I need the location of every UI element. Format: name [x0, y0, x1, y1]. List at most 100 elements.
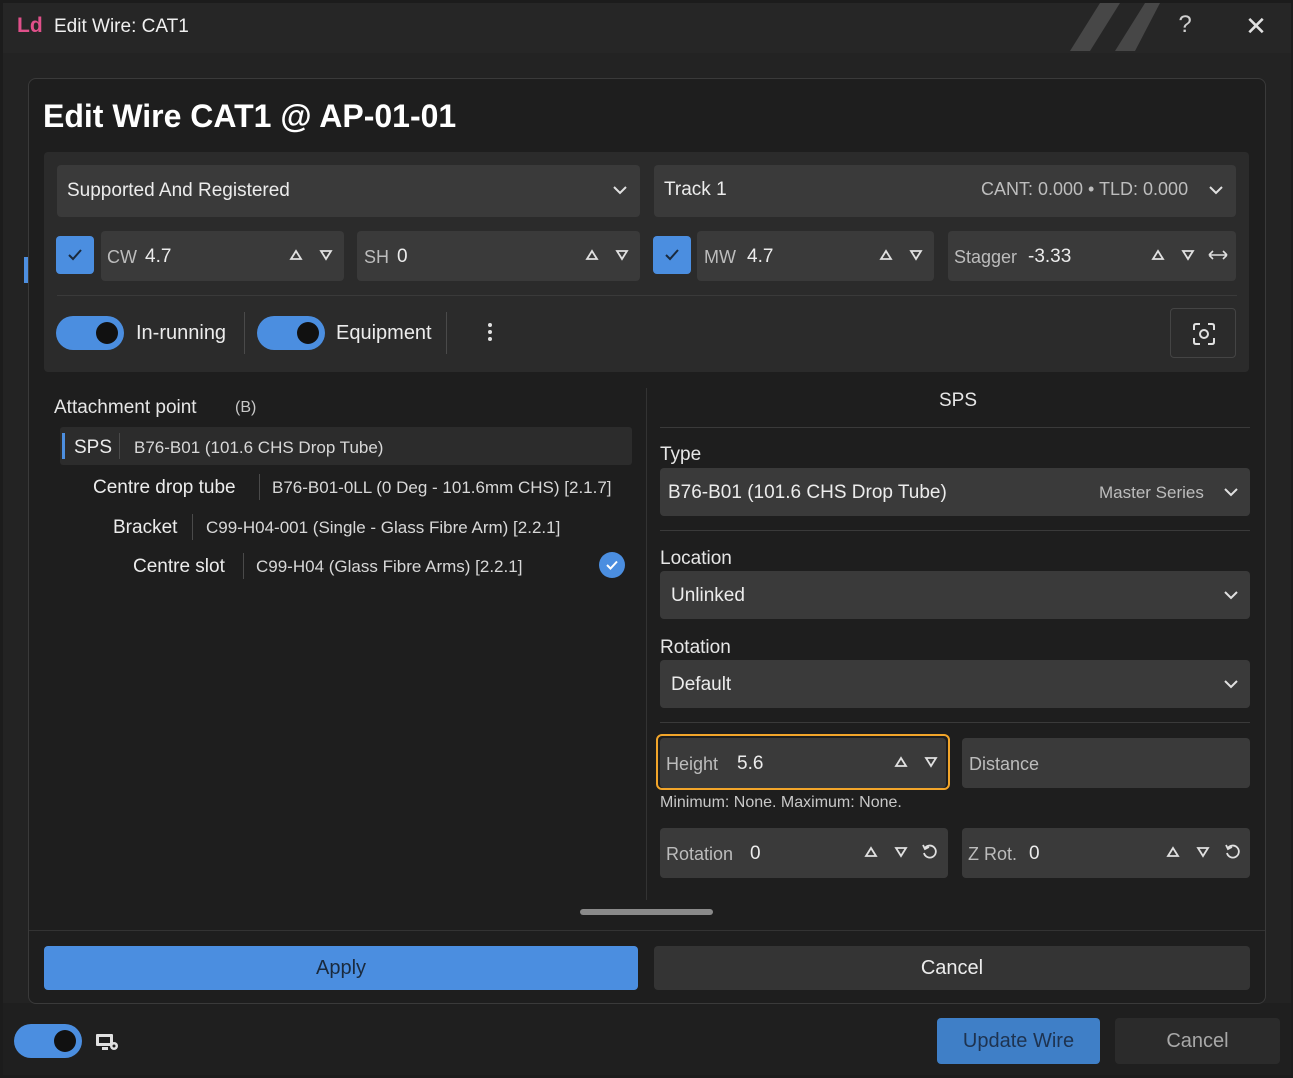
- reset-rotation-icon[interactable]: [921, 843, 939, 861]
- focus-highlight-outline: [656, 734, 950, 790]
- cw-checkbox[interactable]: [56, 236, 94, 274]
- decrement-icon[interactable]: [319, 248, 333, 262]
- tree-node-value: C99-H04 (Glass Fibre Arms) [2.2.1]: [256, 557, 523, 576]
- tree-node-name: Bracket: [113, 517, 178, 538]
- pane-splitter[interactable]: [646, 388, 647, 900]
- decrement-icon[interactable]: [615, 248, 629, 262]
- type-label: Type: [660, 444, 702, 465]
- mw-label: MW: [704, 247, 736, 267]
- focus-scan-icon: [1193, 323, 1215, 345]
- divider: [446, 312, 447, 354]
- focus-view-button[interactable]: [1170, 308, 1236, 358]
- horizontal-scrollbar[interactable]: [580, 909, 713, 915]
- in-running-toggle[interactable]: [56, 316, 124, 350]
- checkmark-icon: [68, 249, 82, 261]
- increment-icon[interactable]: [585, 248, 599, 262]
- tree-node-value: C99-H04-001 (Single - Glass Fibre Arm) […: [206, 518, 561, 537]
- attachment-point-header: Attachment point: [54, 397, 197, 418]
- height-limits-text: Minimum: None. Maximum: None.: [660, 794, 902, 811]
- tree-node-name: Centre drop tube: [93, 477, 236, 498]
- sps-header: SPS: [939, 390, 978, 411]
- equipment-label: Equipment: [336, 322, 432, 344]
- monitor-settings-icon[interactable]: [95, 1032, 119, 1052]
- divider: [660, 427, 1250, 428]
- increment-icon[interactable]: [879, 248, 893, 262]
- decrement-icon[interactable]: [1181, 248, 1195, 262]
- zrot-value: 0: [1029, 843, 1040, 864]
- type-dropdown[interactable]: B76-B01 (101.6 CHS Drop Tube) Master Ser…: [660, 468, 1250, 516]
- tree-node-value: B76-B01-0LL (0 Deg - 101.6mm CHS) [2.1.7…: [272, 478, 612, 497]
- rotation-value: Default: [671, 674, 732, 695]
- decrement-icon[interactable]: [894, 845, 908, 859]
- stagger-stepper[interactable]: Stagger -3.33: [948, 231, 1236, 281]
- in-running-label: In-running: [136, 322, 227, 344]
- location-dropdown[interactable]: Unlinked: [660, 571, 1250, 619]
- close-icon[interactable]: ✕: [1242, 12, 1270, 40]
- chevron-down-icon: [1224, 591, 1238, 600]
- mw-value: 4.7: [747, 246, 774, 267]
- increment-icon[interactable]: [1166, 845, 1180, 859]
- tree-node-name: SPS: [74, 437, 113, 458]
- wire-mode-value: Supported And Registered: [67, 180, 290, 201]
- z-rotation-stepper[interactable]: Z Rot. 0: [962, 828, 1250, 878]
- footer-cancel-button[interactable]: Cancel: [1115, 1018, 1280, 1064]
- help-icon[interactable]: ?: [1172, 12, 1198, 38]
- more-options-icon[interactable]: [484, 320, 496, 344]
- chevron-down-icon: [613, 186, 627, 195]
- equipment-toggle[interactable]: [257, 316, 325, 350]
- divider: [192, 514, 193, 540]
- checkmark-icon: [665, 249, 679, 261]
- cancel-button[interactable]: Cancel: [654, 946, 1250, 990]
- rotation-label: Rotation: [660, 637, 731, 658]
- type-value: B76-B01 (101.6 CHS Drop Tube): [668, 482, 947, 503]
- divider: [660, 722, 1250, 723]
- tree-node-value: B76-B01 (101.6 CHS Drop Tube): [134, 438, 384, 457]
- wire-mode-dropdown[interactable]: Supported And Registered: [57, 165, 640, 217]
- location-label: Location: [660, 548, 732, 569]
- increment-icon[interactable]: [1151, 248, 1165, 262]
- rotation-field-label: Rotation: [666, 844, 734, 864]
- location-value: Unlinked: [671, 585, 745, 606]
- chevron-down-icon: [1224, 488, 1238, 497]
- apply-button[interactable]: Apply: [44, 946, 638, 990]
- zrot-label: Z Rot.: [968, 844, 1018, 864]
- divider: [660, 530, 1250, 531]
- mw-stepper[interactable]: MW 4.7: [697, 231, 934, 281]
- track-info: CANT: 0.000 • TLD: 0.000: [981, 179, 1189, 199]
- stagger-value: -3.33: [1028, 246, 1072, 267]
- divider: [244, 312, 245, 354]
- divider: [243, 553, 244, 579]
- mw-checkbox[interactable]: [653, 236, 691, 274]
- increment-icon[interactable]: [864, 845, 878, 859]
- chevron-down-icon: [1224, 680, 1238, 689]
- stagger-label: Stagger: [954, 247, 1018, 267]
- chevron-down-icon: [1209, 186, 1223, 195]
- cw-stepper[interactable]: CW 4.7: [101, 231, 344, 281]
- decrement-icon[interactable]: [1196, 845, 1210, 859]
- swap-horizontal-icon[interactable]: [1207, 248, 1229, 262]
- track-value: Track 1: [664, 179, 727, 200]
- decorative-stripes: [1070, 3, 1160, 51]
- divider: [259, 474, 260, 500]
- window-title: Edit Wire: CAT1: [54, 16, 189, 37]
- app-logo: Ld: [17, 14, 43, 37]
- cw-value: 4.7: [145, 246, 172, 267]
- dialog-title: Edit Wire CAT1 @ AP-01-01: [43, 98, 457, 134]
- footer-toggle[interactable]: [14, 1024, 82, 1058]
- track-dropdown[interactable]: Track 1 CANT: 0.000 • TLD: 0.000: [654, 165, 1236, 217]
- divider: [57, 295, 1237, 296]
- sh-stepper[interactable]: SH 0: [357, 231, 640, 281]
- tree-node-name: Centre slot: [133, 556, 225, 577]
- decrement-icon[interactable]: [909, 248, 923, 262]
- type-series: Master Series: [1099, 483, 1204, 502]
- attachment-point-sub: (B): [235, 399, 257, 416]
- rotation-stepper[interactable]: Rotation 0: [660, 828, 948, 878]
- distance-label: Distance: [969, 754, 1040, 774]
- sh-label: SH: [364, 247, 390, 267]
- rotation-field-value: 0: [750, 843, 761, 864]
- distance-input[interactable]: Distance: [962, 738, 1250, 788]
- increment-icon[interactable]: [289, 248, 303, 262]
- rotation-dropdown[interactable]: Default: [660, 660, 1250, 708]
- update-wire-button[interactable]: Update Wire: [937, 1018, 1100, 1064]
- reset-rotation-icon[interactable]: [1224, 843, 1242, 861]
